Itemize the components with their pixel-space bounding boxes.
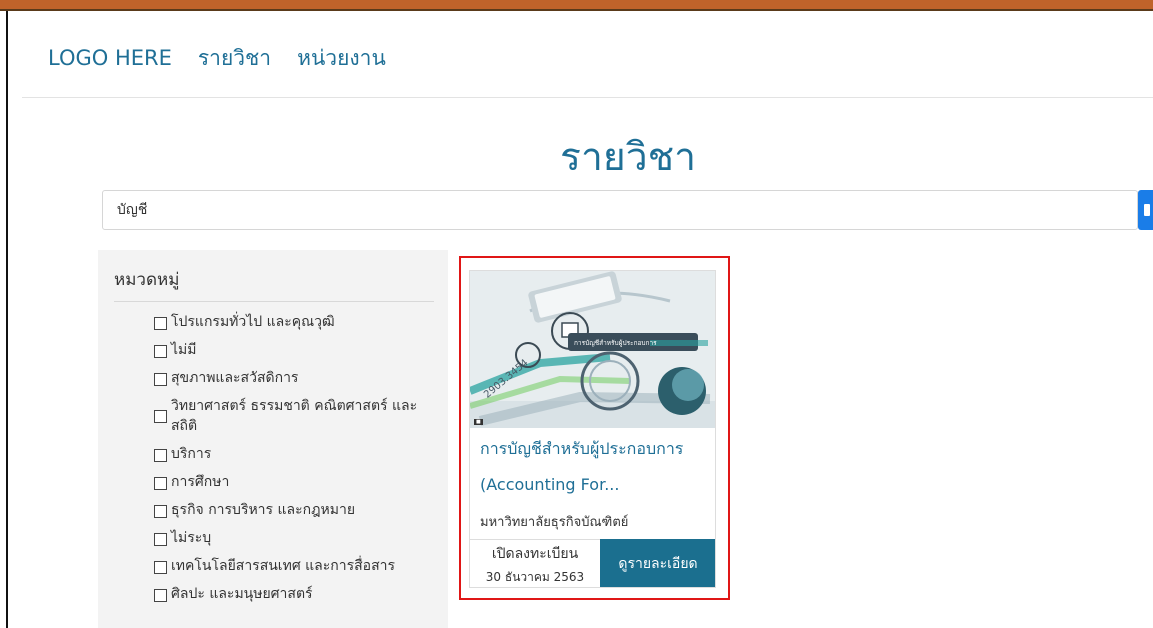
filter-title: หมวดหมู่ bbox=[114, 266, 434, 302]
thumbnail-badge: ■ bbox=[474, 419, 483, 425]
category-item[interactable]: บริการ bbox=[154, 444, 434, 464]
page-title: รายวิชา bbox=[560, 135, 696, 180]
category-item[interactable]: ศิลปะ และมนุษยศาสตร์ bbox=[154, 584, 434, 604]
category-item[interactable]: ไม่ระบุ bbox=[154, 528, 434, 548]
checkbox[interactable] bbox=[154, 477, 167, 490]
nav-link-courses[interactable]: รายวิชา bbox=[198, 42, 271, 75]
course-university: มหาวิทยาลัยธุรกิจบัณฑิตย์ bbox=[480, 515, 629, 530]
checkbox[interactable] bbox=[154, 317, 167, 330]
category-label: เทคโนโลยีสารสนเทศ และการสื่อสาร bbox=[171, 558, 396, 574]
checkbox[interactable] bbox=[154, 505, 167, 518]
navbar: LOGO HERE รายวิชา หน่วยงาน bbox=[48, 38, 386, 78]
checkbox[interactable] bbox=[154, 409, 167, 423]
category-item[interactable]: เทคโนโลยีสารสนเทศ และการสื่อสาร bbox=[154, 556, 434, 576]
registration-info: เปิดลงทะเบียน 30 ธันวาคม 2563 bbox=[470, 540, 600, 587]
category-item[interactable]: การศึกษา bbox=[154, 472, 434, 492]
window-left-edge bbox=[6, 11, 8, 628]
category-label: ไม่มี bbox=[171, 342, 197, 358]
category-label: สุขภาพและสวัสดิการ bbox=[171, 370, 299, 386]
view-details-button[interactable]: ดูรายละเอียด bbox=[600, 539, 715, 587]
checkbox[interactable] bbox=[154, 345, 167, 358]
checkbox[interactable] bbox=[154, 373, 167, 386]
course-card[interactable]: 2903.3454 การบัญชีสำหรับผู้ประกอบการ ■ ก… bbox=[469, 270, 716, 588]
category-item[interactable]: โปรแกรมทั่วไป และคุณวุฒิ bbox=[154, 312, 434, 332]
category-label: ไม่ระบุ bbox=[171, 530, 212, 546]
course-thumbnail[interactable]: 2903.3454 การบัญชีสำหรับผู้ประกอบการ ■ bbox=[470, 271, 715, 428]
category-label: ธุรกิจ การบริหาร และกฎหมาย bbox=[171, 502, 356, 518]
thumbnail-caption: การบัญชีสำหรับผู้ประกอบการ bbox=[574, 339, 657, 347]
registration-label: เปิดลงทะเบียน bbox=[491, 546, 579, 562]
top-border-shadow bbox=[0, 9, 1153, 11]
checkbox[interactable] bbox=[154, 449, 167, 462]
category-label: วิทยาศาสตร์ ธรรมชาติ คณิตศาสตร์ และสถิติ bbox=[171, 398, 418, 434]
category-label: การศึกษา bbox=[171, 474, 230, 490]
category-item[interactable]: วิทยาศาสตร์ ธรรมชาติ คณิตศาสตร์ และสถิติ bbox=[154, 396, 434, 436]
logo-link[interactable]: LOGO HERE bbox=[48, 46, 172, 70]
category-item[interactable]: ธุรกิจ การบริหาร และกฎหมาย bbox=[154, 500, 434, 520]
category-filter-panel: หมวดหมู่ โปรแกรมทั่วไป และคุณวุฒิ ไม่มี … bbox=[98, 250, 448, 628]
checkbox[interactable] bbox=[154, 561, 167, 574]
nav-link-organizations[interactable]: หน่วยงาน bbox=[297, 42, 386, 75]
course-title[interactable]: การบัญชีสำหรับผู้ประกอบการ (Accounting F… bbox=[480, 431, 708, 503]
registration-date: 30 ธันวาคม 2563 bbox=[485, 570, 585, 584]
course-footer: เปิดลงทะเบียน 30 ธันวาคม 2563 ดูรายละเอี… bbox=[470, 539, 715, 587]
checkbox[interactable] bbox=[154, 533, 167, 546]
navbar-divider bbox=[22, 97, 1153, 98]
category-list: โปรแกรมทั่วไป และคุณวุฒิ ไม่มี สุขภาพและ… bbox=[114, 312, 434, 604]
course-thumbnail-art: 2903.3454 การบัญชีสำหรับผู้ประกอบการ bbox=[470, 271, 715, 428]
search-button[interactable] bbox=[1138, 190, 1153, 230]
search-input[interactable] bbox=[102, 190, 1138, 230]
category-label: โปรแกรมทั่วไป และคุณวุฒิ bbox=[171, 314, 335, 330]
search-icon bbox=[1144, 204, 1150, 216]
category-item[interactable]: สุขภาพและสวัสดิการ bbox=[154, 368, 434, 388]
category-item[interactable]: ไม่มี bbox=[154, 340, 434, 360]
category-label: ศิลปะ และมนุษยศาสตร์ bbox=[171, 586, 313, 602]
category-label: บริการ bbox=[171, 446, 212, 462]
checkbox[interactable] bbox=[154, 589, 167, 602]
top-border bbox=[0, 0, 1153, 9]
